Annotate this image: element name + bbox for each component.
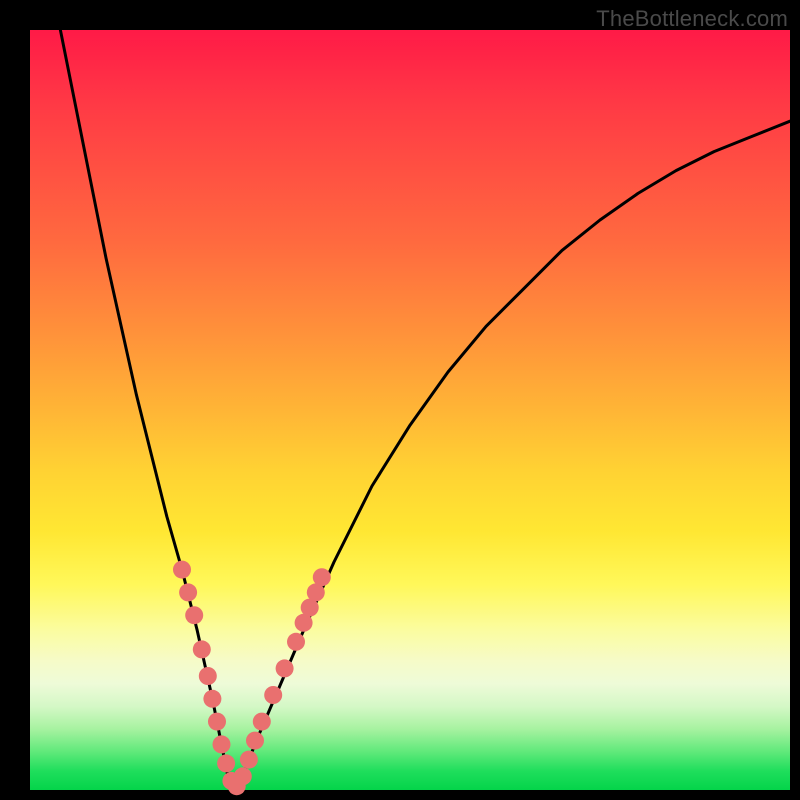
chart-svg [30, 30, 790, 790]
watermark-text: TheBottleneck.com [596, 6, 788, 32]
highlight-point [173, 561, 191, 579]
curve-layer [60, 30, 790, 790]
highlight-point [253, 713, 271, 731]
highlight-point [213, 735, 231, 753]
highlight-point [234, 767, 252, 785]
highlight-point [217, 754, 235, 772]
bottleneck-curve [60, 30, 790, 790]
highlight-point [199, 667, 217, 685]
chart-frame: TheBottleneck.com [0, 0, 800, 800]
highlight-point [208, 713, 226, 731]
highlight-point [193, 640, 211, 658]
marker-layer [173, 561, 331, 796]
highlight-point [313, 568, 331, 586]
highlight-point [264, 686, 282, 704]
highlight-point [276, 659, 294, 677]
highlight-point [287, 633, 305, 651]
highlight-point [179, 583, 197, 601]
highlight-point [203, 690, 221, 708]
highlight-point [240, 751, 258, 769]
highlight-point [246, 732, 264, 750]
highlight-point [185, 606, 203, 624]
